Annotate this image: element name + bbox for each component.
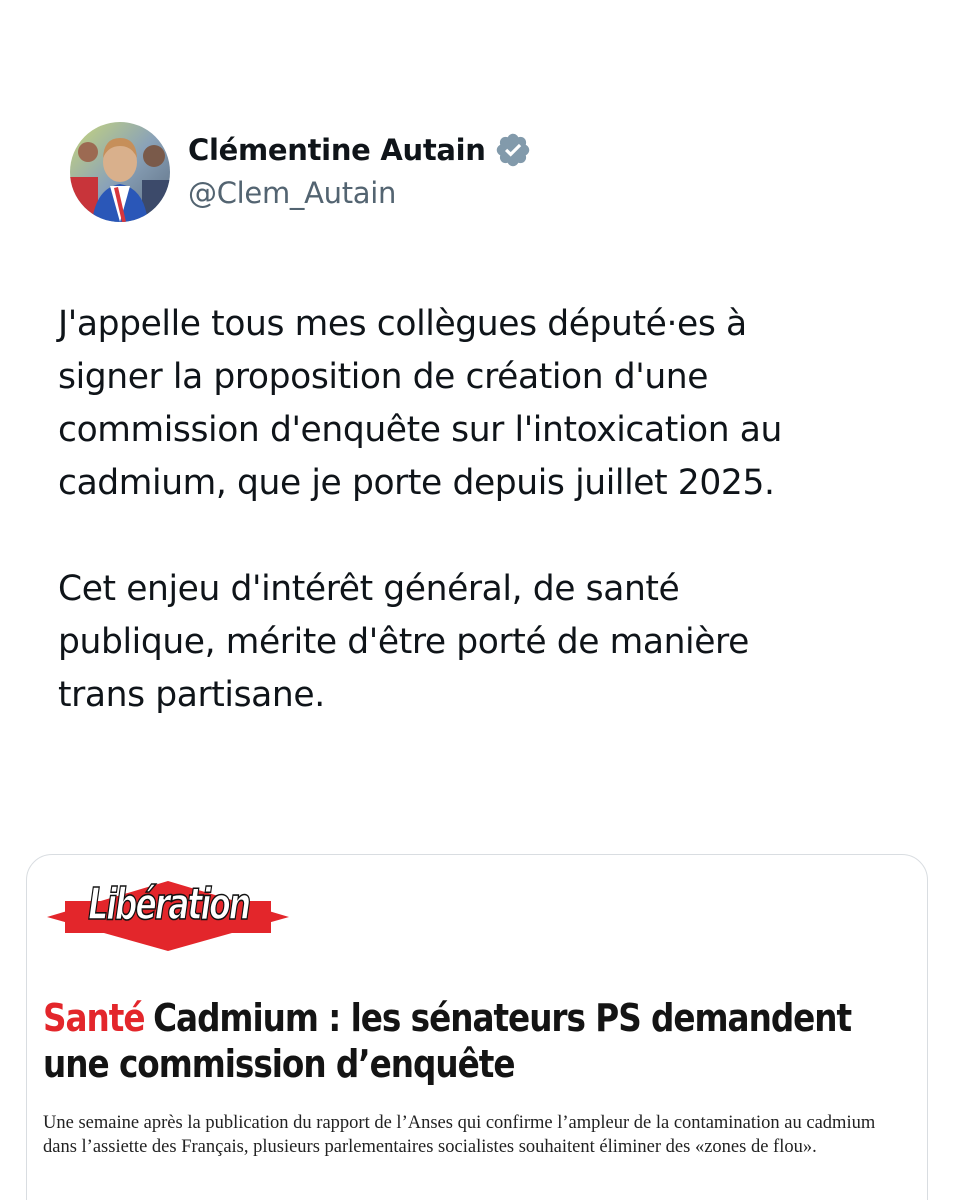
avatar[interactable] [70, 122, 170, 222]
author-name[interactable]: Clémentine Autain [188, 133, 486, 167]
article-card[interactable]: Libération Santé Cadmium : les sénateurs … [26, 854, 928, 1200]
tweet-paragraph: Cet enjeu d'intérêt général, de santé pu… [58, 569, 749, 715]
tweet-screenshot: Clémentine Autain @Clem_Autain J'appelle… [0, 0, 960, 1200]
article-title: Cadmium : les sénateurs PS demandent une… [43, 996, 852, 1086]
article-headline[interactable]: Santé Cadmium : les sénateurs PS demanden… [43, 995, 920, 1087]
article-lede: Une semaine après la publication du rapp… [43, 1113, 876, 1157]
author-block: Clémentine Autain @Clem_Autain [188, 130, 532, 210]
article-rubric: Santé [43, 996, 146, 1040]
tweet-paragraph: J'appelle tous mes collègues député·es à… [58, 304, 782, 503]
verified-badge-icon [496, 133, 529, 167]
name-row: Clémentine Autain [188, 130, 532, 170]
liberation-logo-text: Libération [88, 878, 252, 931]
tweet-text: J'appelle tous mes collègues député·es à… [58, 298, 918, 722]
author-handle[interactable]: @Clem_Autain [188, 176, 532, 210]
avatar-photo [70, 122, 170, 222]
